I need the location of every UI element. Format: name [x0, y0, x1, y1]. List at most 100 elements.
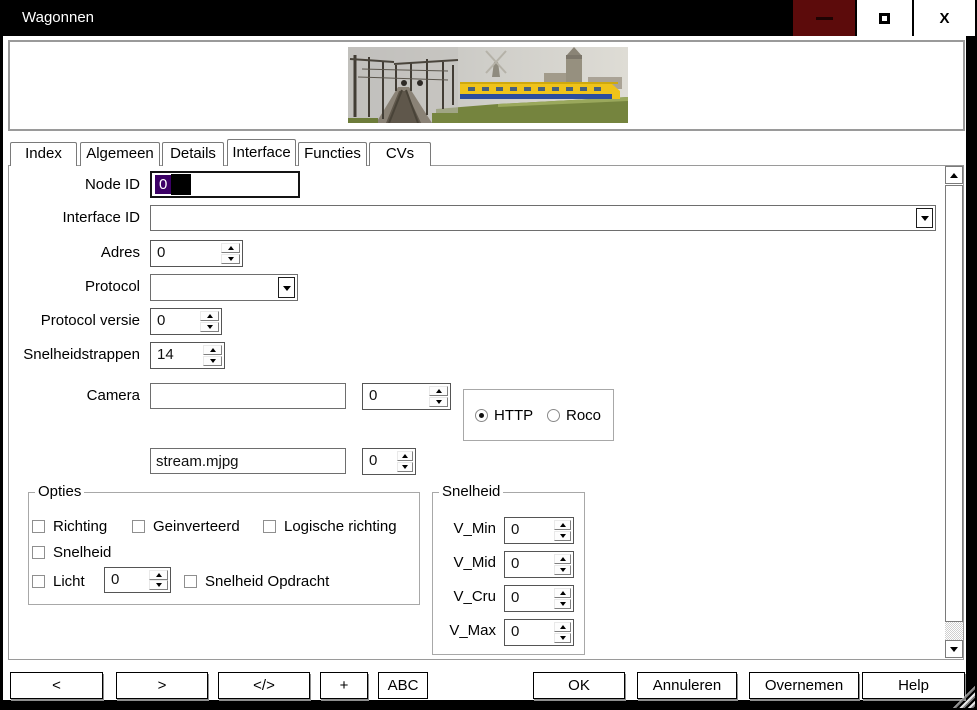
close-button[interactable]: X: [914, 0, 975, 36]
minimize-icon: [816, 17, 833, 20]
tab-functies[interactable]: Functies: [298, 142, 367, 166]
previous-button-label: <: [52, 677, 61, 694]
wagonnen-window: Wagonnen X: [0, 0, 977, 710]
spin-up-icon[interactable]: [554, 588, 571, 598]
roco-radio-label: Roco: [566, 407, 601, 424]
spin-up-icon[interactable]: [397, 451, 413, 461]
minimize-button[interactable]: [793, 0, 855, 36]
snelheid-checkbox[interactable]: [32, 546, 45, 559]
ok-button-label: OK: [568, 677, 590, 694]
tab-interface-label: Interface: [232, 144, 290, 166]
spin-down-icon[interactable]: [200, 322, 219, 332]
adres-label: Adres: [10, 244, 140, 261]
node-id-selected-text: 0: [155, 175, 171, 194]
tab-cvs[interactable]: CVs: [369, 142, 431, 166]
scrollbar-up-button[interactable]: [945, 166, 963, 184]
camera-input[interactable]: [150, 383, 346, 409]
spin-down-icon[interactable]: [554, 565, 571, 575]
snelheid-group-title: Snelheid: [439, 483, 503, 500]
v-mid-value: 0: [511, 555, 519, 572]
spin-down-icon[interactable]: [397, 462, 413, 472]
scroll-down-icon: [950, 647, 958, 656]
scrollbar-down-button[interactable]: [945, 640, 963, 658]
protocol-combobox[interactable]: [150, 274, 298, 301]
spin-up-icon[interactable]: [429, 386, 448, 396]
scrollbar-thumb[interactable]: [945, 185, 963, 622]
snelheidstrappen-value: 14: [157, 346, 174, 363]
tab-details[interactable]: Details: [162, 142, 224, 166]
spin-up-icon[interactable]: [554, 622, 571, 632]
v-min-spinner[interactable]: 0: [504, 517, 574, 544]
scroll-up-icon: [950, 169, 958, 178]
help-button[interactable]: Help: [862, 672, 965, 699]
interface-id-dropdown-icon[interactable]: [916, 208, 933, 228]
tab-interface[interactable]: Interface: [227, 139, 296, 166]
spin-up-icon[interactable]: [149, 570, 168, 580]
logische-richting-checkbox-label: Logische richting: [284, 518, 397, 535]
geinverteerd-checkbox[interactable]: [132, 520, 145, 533]
snelheidstrappen-spinner[interactable]: 14: [150, 342, 225, 369]
spin-down-icon[interactable]: [149, 580, 168, 590]
roco-radio[interactable]: [547, 409, 560, 422]
close-icon: X: [939, 10, 949, 27]
previous-button[interactable]: <: [10, 672, 103, 699]
http-radio[interactable]: [475, 409, 488, 422]
apply-button-label: Overnemen: [765, 677, 843, 694]
scrollbar-track[interactable]: [945, 622, 963, 640]
adres-spinner[interactable]: 0: [150, 240, 243, 267]
protocol-dropdown-icon[interactable]: [278, 277, 295, 298]
stream-input[interactable]: [150, 448, 346, 474]
interface-id-label: Interface ID: [10, 209, 140, 226]
camera-number-spinner[interactable]: 0: [362, 383, 451, 410]
stream-number-spinner[interactable]: 0: [362, 448, 416, 475]
abc-button[interactable]: ABC: [378, 672, 428, 699]
code-button[interactable]: </>: [218, 672, 310, 699]
spin-down-icon[interactable]: [221, 254, 240, 264]
spin-down-icon[interactable]: [203, 356, 222, 366]
spin-up-icon[interactable]: [554, 554, 571, 564]
snelheid-opdracht-checkbox[interactable]: [184, 575, 197, 588]
v-cru-spinner[interactable]: 0: [504, 585, 574, 612]
richting-checkbox-label: Richting: [53, 518, 107, 535]
tab-algemeen[interactable]: Algemeen: [80, 142, 160, 166]
licht-checkbox[interactable]: [32, 575, 45, 588]
tab-cvs-label: CVs: [386, 145, 414, 166]
interface-id-combobox[interactable]: [150, 205, 936, 231]
spin-up-icon[interactable]: [200, 311, 219, 321]
spin-up-icon[interactable]: [221, 243, 240, 253]
protocol-versie-spinner[interactable]: 0: [150, 308, 222, 335]
spin-down-icon[interactable]: [554, 531, 571, 541]
spin-down-icon[interactable]: [554, 633, 571, 643]
cancel-button[interactable]: Annuleren: [637, 672, 737, 699]
spin-up-icon[interactable]: [554, 520, 571, 530]
spin-up-icon[interactable]: [203, 345, 222, 355]
code-button-label: </>: [253, 677, 275, 694]
licht-spinner[interactable]: 0: [104, 567, 171, 593]
v-max-spinner[interactable]: 0: [504, 619, 574, 646]
apply-button[interactable]: Overnemen: [749, 672, 859, 699]
v-mid-spinner[interactable]: 0: [504, 551, 574, 578]
snelheid-opdracht-checkbox-label: Snelheid Opdracht: [205, 573, 329, 590]
snelheid-checkbox-label: Snelheid: [53, 544, 111, 561]
spin-down-icon[interactable]: [554, 599, 571, 609]
tab-algemeen-label: Algemeen: [86, 145, 154, 166]
http-radio-label: HTTP: [494, 407, 533, 424]
v-max-label: V_Max: [436, 622, 496, 639]
next-button[interactable]: >: [116, 672, 208, 699]
logische-richting-checkbox[interactable]: [263, 520, 276, 533]
v-min-value: 0: [511, 521, 519, 538]
ok-button[interactable]: OK: [533, 672, 625, 699]
maximize-button[interactable]: [857, 0, 912, 36]
protocol-label: Protocol: [10, 278, 140, 295]
node-id-input[interactable]: 0: [150, 171, 300, 198]
node-id-label: Node ID: [10, 176, 140, 193]
richting-checkbox[interactable]: [32, 520, 45, 533]
protocol-versie-label: Protocol versie: [10, 312, 140, 329]
tab-functies-label: Functies: [304, 145, 361, 166]
geinverteerd-checkbox-label: Geinverteerd: [153, 518, 240, 535]
window-title: Wagonnen: [22, 9, 94, 26]
plus-button[interactable]: +: [320, 672, 368, 699]
title-bar[interactable]: Wagonnen X: [0, 0, 977, 36]
spin-down-icon[interactable]: [429, 397, 448, 407]
tab-index[interactable]: Index: [10, 142, 77, 166]
